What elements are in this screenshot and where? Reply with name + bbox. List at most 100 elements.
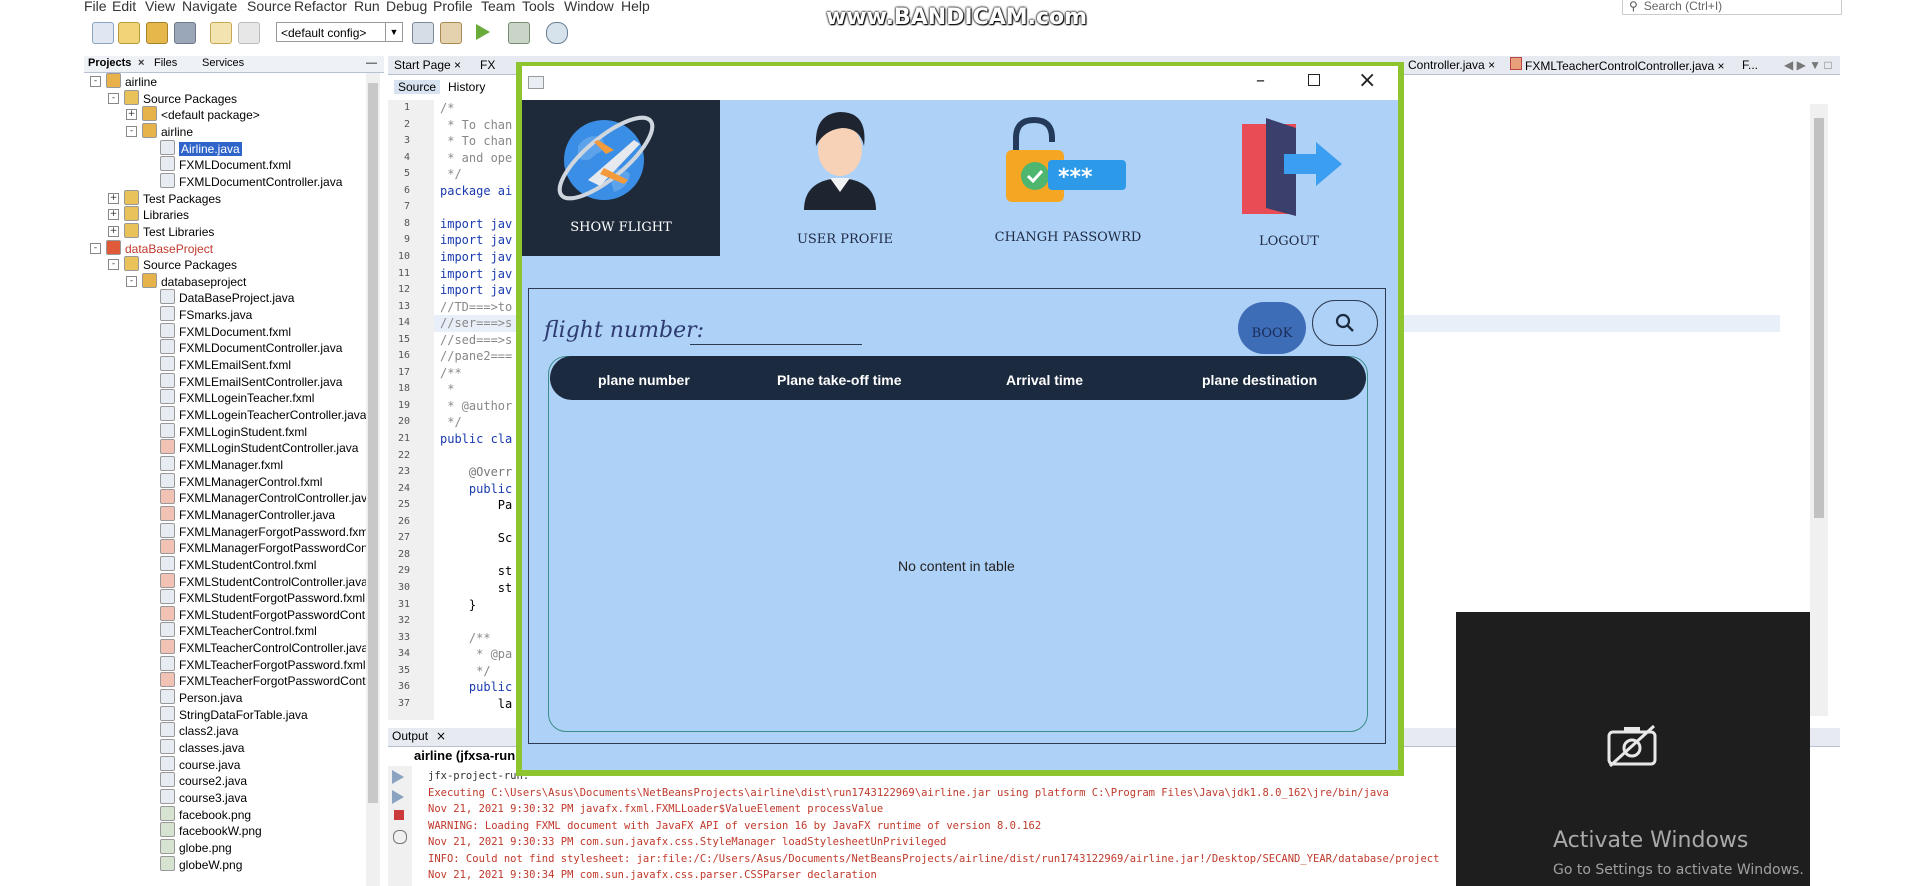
rerun-icon[interactable] [392, 770, 404, 784]
column-plane-number[interactable]: plane number [598, 372, 690, 388]
menu-tools[interactable]: Tools [522, 0, 555, 14]
tree-item[interactable]: FXMLTeacherForgotPassword.fxml [160, 655, 366, 672]
tree-item[interactable]: FXMLLoginStudent.fxml [160, 422, 307, 439]
tab-files[interactable]: Files [154, 57, 177, 69]
code-line[interactable]: Sc [440, 530, 512, 546]
tree-item[interactable]: StringDataForTable.java [160, 705, 308, 722]
tree-item[interactable]: FXMLEmailSent.fxml [160, 356, 291, 372]
config-select[interactable]: <default config> ▼ [276, 22, 403, 42]
tree-item[interactable]: facebookW.png [160, 822, 262, 838]
column-plane-destination[interactable]: plane destination [1202, 372, 1317, 388]
flight-number-input[interactable] [690, 324, 862, 345]
tree-toggle-icon[interactable]: - [126, 125, 137, 137]
menu-help[interactable]: Help [621, 0, 650, 14]
tree-item[interactable]: FXMLTeacherForgotPasswordContr [160, 672, 366, 688]
tree-item[interactable]: Source Packages [124, 256, 237, 272]
column-arrival-time[interactable]: Arrival time [1006, 372, 1083, 388]
code-line[interactable]: */ [440, 166, 461, 182]
code-line[interactable]: public [440, 679, 512, 695]
tree-item[interactable]: globeW.png [160, 855, 242, 872]
tree-toggle-icon[interactable]: - [126, 275, 137, 287]
tree-item[interactable]: FXMLStudentForgotPasswordContr [160, 605, 366, 622]
tree-item[interactable]: FSmarks.java [160, 306, 252, 322]
tree-item[interactable]: FXMLStudentControlController.java [160, 572, 366, 589]
search-input[interactable]: ⚲ Search (Ctrl+I) [1622, 0, 1842, 15]
nav-user-profile[interactable]: USER PROFIE [780, 100, 910, 256]
tree-item[interactable]: FXMLManagerForgotPassword.fxml [160, 522, 366, 539]
code-line[interactable]: import jav [440, 249, 512, 265]
menu-edit[interactable]: Edit [112, 0, 136, 14]
tree-item[interactable]: Libraries [124, 206, 189, 222]
menu-view[interactable]: View [145, 0, 175, 14]
profile-icon[interactable] [546, 22, 568, 44]
tab-nav-icons[interactable]: ◀ ▶ ▼ □ [1784, 57, 1832, 73]
tree-item[interactable]: class2.java [160, 722, 238, 738]
tree-item[interactable]: FXMLDocumentController.java [160, 172, 342, 189]
code-line[interactable]: } [440, 597, 476, 613]
editor-scrollbar-thumb[interactable] [1814, 118, 1824, 518]
code-line[interactable]: //TD===>to [440, 299, 512, 315]
close-icon[interactable]: × [1718, 59, 1725, 73]
tree-item[interactable]: dataBaseProject [106, 239, 213, 256]
tree-toggle-icon[interactable]: - [108, 259, 119, 271]
close-icon[interactable]: × [1358, 68, 1376, 93]
menu-window[interactable]: Window [564, 0, 614, 14]
code-line[interactable]: Pa [440, 497, 512, 513]
code-line[interactable]: * @pa [440, 646, 512, 662]
tree-toggle-icon[interactable]: + [108, 209, 119, 221]
tab-services[interactable]: Services [202, 57, 244, 69]
code-line[interactable]: * and ope [440, 150, 512, 166]
book-button[interactable]: BOOK [1238, 302, 1306, 354]
code-line[interactable]: * To chan [440, 117, 512, 133]
nav-show-flight[interactable]: SHOW FLIGHT [522, 100, 720, 256]
code-line[interactable]: */ [440, 663, 490, 679]
tab-more[interactable]: F... [1742, 57, 1758, 73]
tree-item[interactable]: FXMLLogeinTeacher.fxml [160, 389, 314, 405]
column-take-off-time[interactable]: Plane take-off time [777, 372, 901, 388]
code-line[interactable]: import jav [440, 232, 512, 248]
tree-item[interactable]: classes.java [160, 739, 244, 755]
tree-item[interactable]: course.java [160, 755, 240, 772]
save-all-icon[interactable] [174, 22, 196, 44]
tree-item[interactable]: FXMLLoginStudentController.java [160, 439, 358, 455]
menu-debug[interactable]: Debug [386, 0, 427, 14]
code-line[interactable]: import jav [440, 216, 512, 232]
tree-item[interactable]: Person.java [160, 689, 242, 705]
tree-item[interactable]: FXMLDocument.fxml [160, 322, 291, 339]
tree-item[interactable]: FXMLManagerController.java [160, 505, 335, 522]
tree-item[interactable]: course3.java [160, 788, 247, 805]
debug-icon[interactable] [508, 22, 530, 44]
menu-run[interactable]: Run [354, 0, 380, 14]
tree-toggle-icon[interactable]: - [108, 92, 119, 104]
code-line[interactable]: */ [440, 414, 461, 430]
tree-item[interactable]: databaseproject [142, 272, 246, 289]
tree-item[interactable]: airline [106, 73, 157, 89]
code-line[interactable]: import jav [440, 282, 512, 298]
tree-scrollbar[interactable] [366, 73, 380, 886]
tab-history[interactable]: History [448, 80, 485, 94]
tree-item[interactable]: airline [142, 122, 193, 139]
tree-scrollbar-thumb[interactable] [368, 83, 378, 803]
tab-controller[interactable]: Controller.java × [1408, 57, 1495, 73]
menu-navigate[interactable]: Navigate [182, 0, 237, 14]
tree-item[interactable]: globe.png [160, 838, 232, 855]
code-line[interactable]: /** [440, 365, 462, 381]
close-icon[interactable]: × [1488, 58, 1495, 72]
code-line[interactable]: * To chan [440, 133, 512, 149]
code-line[interactable]: * @author [440, 398, 512, 414]
code-line[interactable]: st [440, 563, 512, 579]
tree-item[interactable]: Airline.java [160, 139, 242, 156]
tree-toggle-icon[interactable]: - [90, 76, 101, 87]
code-line[interactable]: /* [440, 100, 454, 116]
tree-item[interactable]: DataBaseProject.java [160, 289, 294, 305]
minimize-icon[interactable]: — [366, 57, 377, 69]
code-line[interactable]: //ser===>s [440, 315, 512, 331]
tree-item[interactable]: Test Packages [124, 189, 221, 206]
settings-icon[interactable] [393, 830, 407, 844]
run-icon[interactable] [476, 24, 490, 40]
redo-icon[interactable] [238, 22, 260, 44]
tab-projects[interactable]: Projects [88, 57, 131, 69]
build-icon[interactable] [412, 22, 434, 44]
tree-item[interactable]: FXMLManagerControlController.java [160, 489, 366, 505]
stop-icon[interactable] [394, 810, 404, 820]
